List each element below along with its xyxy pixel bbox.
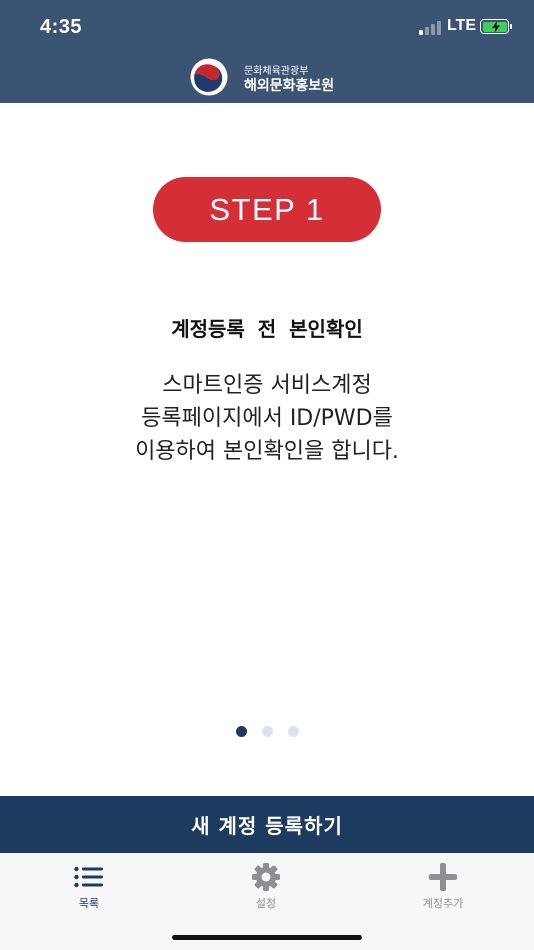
step-description-line: 스마트인증 서비스계정 bbox=[162, 373, 372, 398]
home-indicator[interactable] bbox=[172, 935, 362, 940]
page-indicator[interactable] bbox=[236, 726, 299, 737]
step-description-line: 등록페이지에서 ID/PWD를 bbox=[141, 406, 393, 431]
tab-label: 설정 bbox=[255, 897, 277, 910]
tab-label: 계정추가 bbox=[422, 897, 464, 910]
list-icon bbox=[74, 866, 103, 888]
page-dot-2[interactable] bbox=[262, 726, 273, 737]
step-description-line: 이용하여 본인확인을 합니다. bbox=[135, 439, 399, 464]
page-dot-3[interactable] bbox=[288, 726, 299, 737]
org-title: 해외문화홍보원 bbox=[244, 78, 335, 94]
cellular-signal-icon bbox=[419, 21, 443, 35]
header-bar: 4:35 LTE 문화체육관광부 해외문화홍보원 bbox=[0, 0, 534, 103]
step-title: 계정등록 전 본인확인 bbox=[171, 317, 363, 341]
gear-icon bbox=[252, 863, 280, 891]
taegeuk-logo-icon bbox=[190, 58, 228, 96]
step-badge: STEP 1 bbox=[153, 177, 381, 242]
register-new-account-button[interactable]: 새 계정 등록하기 bbox=[0, 796, 534, 853]
status-time: 4:35 bbox=[40, 16, 83, 38]
tab-label: 목록 bbox=[78, 897, 100, 910]
battery-charging-icon bbox=[480, 19, 512, 34]
plus-icon bbox=[429, 863, 457, 891]
network-type: LTE bbox=[447, 17, 477, 34]
page-dot-1[interactable] bbox=[236, 726, 247, 737]
